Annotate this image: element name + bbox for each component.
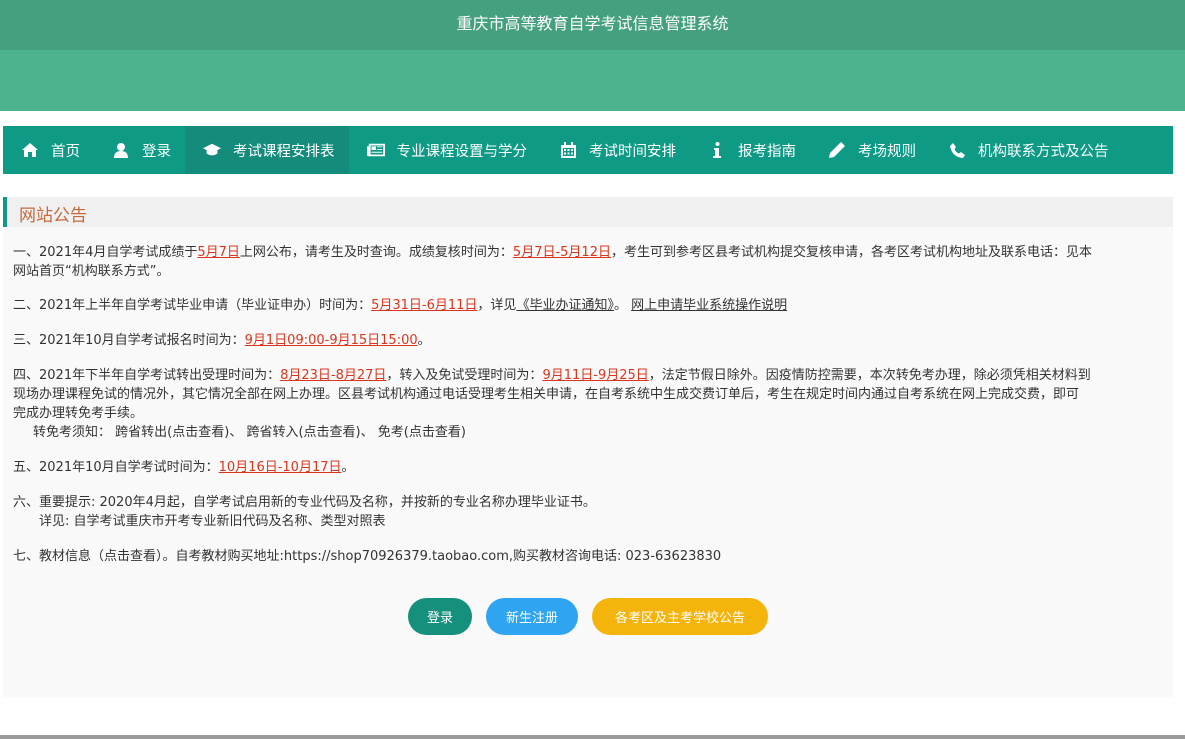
nav-item-guide[interactable]: 报考指南 [690,126,810,174]
notice-sub-label: 详见: [39,514,74,529]
newspaper-icon [366,141,385,159]
notice-5: 五、2021年10月自学考试时间为：10月16日-10月17日。 [13,458,1168,477]
notice-date-link[interactable]: 5月7日-5月12日 [513,245,611,260]
notice-text: 、 [360,425,374,440]
notice-text: 、 [229,425,243,440]
notice-6: 六、重要提示: 2020年4月起，自学考试启用新的专业代码及名称，并按新的专业名… [13,493,1168,531]
main-nav: 首页 登录 考试课程安排表 专业课程设置与学分 考试时间安排 报考指南 考场规则… [3,126,1173,174]
panel-title: 网站公告 [19,206,87,226]
notice-text: 完成办理转免考手续。 [13,406,144,421]
notice-1: 一、2021年4月自学考试成绩于5月7日上网公布，请考生及时查询。成绩复核时间为… [13,243,1168,281]
notice-text: 。 [613,298,632,313]
notice-text: 四、2021年下半年自学考试转出受理时间为： [13,368,281,383]
nav-item-label: 报考指南 [738,143,796,160]
notice-text: 二、2021年上半年自学考试毕业申请（毕业证申办）时间为： [13,298,372,313]
login-button[interactable]: 登录 [408,598,472,635]
nav-item-login[interactable]: 登录 [94,126,185,174]
notice-7: 七、教材信息（点击查看）。自考教材购买地址:https://shop709263… [13,547,1168,566]
transfer-in-link[interactable]: 跨省转入(点击查看) [246,425,360,440]
nav-item-home[interactable]: 首页 [3,126,94,174]
notice-date-link[interactable]: 8月23日-8月27日 [280,368,386,383]
transfer-out-link[interactable]: 跨省转出(点击查看) [115,425,229,440]
announcement-panel: 网站公告 一、2021年4月自学考试成绩于5月7日上网公布，请考生及时查询。成绩… [3,197,1173,697]
pencil-icon [828,141,846,159]
notice-date-link[interactable]: 5月31日-6月11日 [371,298,477,313]
nav-item-label: 考场规则 [858,143,916,160]
nav-item-label: 专业课程设置与学分 [396,143,528,160]
home-icon [21,141,39,159]
notice-text: ，详见 [477,298,517,313]
major-code-table-link[interactable]: 自学考试重庆市开考专业新旧代码及名称、类型对照表 [74,514,386,529]
exemption-link[interactable]: 免考(点击查看) [378,425,466,440]
phone-icon [948,141,966,159]
notice-text: 网站首页“机构联系方式”。 [13,264,170,279]
notice-text: 上网公布，请考生及时查询。成绩复核时间为： [239,245,513,260]
nav-item-exam-time[interactable]: 考试时间安排 [541,126,690,174]
nav-item-label: 机构联系方式及公告 [978,143,1109,160]
nav-item-contacts[interactable]: 机构联系方式及公告 [930,126,1123,174]
info-icon [708,141,726,159]
exam-area-notice-button[interactable]: 各考区及主考学校公告 [592,598,768,635]
graduation-notice-link[interactable]: 《毕业办证通知》 [516,298,614,313]
notice-text: 一、2021年4月自学考试成绩于 [13,245,198,260]
notice-text: 。 [417,333,431,348]
notice-text: 六、重要提示: 2020年4月起，自学考试启用新的专业代码及名称，并按新的专业名… [13,495,596,510]
graduation-system-guide-link[interactable]: 网上申请毕业系统操作说明 [631,298,787,313]
panel-header: 网站公告 [3,197,1173,227]
notice-text: ，法定节假日除外。因疫情防控需要，本次转免考办理，除必须凭相关材料到 [648,368,1091,383]
textbook-info-link[interactable]: 七、教材信息（点击查看） [13,549,163,564]
nav-item-label: 首页 [51,143,80,160]
notice-text: 。 [341,460,355,475]
nav-item-label: 考试时间安排 [589,143,676,160]
notice-text: 现场办理课程免试的情况外，其它情况全部在网上办理。区县考试机构通过电话受理考生相… [13,387,1080,402]
nav-item-label: 考试课程安排表 [233,143,335,160]
banner-bottom-band [0,50,1185,111]
notice-text: 三、2021年10月自学考试报名时间为： [13,333,245,348]
user-icon [112,141,130,159]
notice-text: ，转入及免试受理时间为： [386,368,543,383]
graduation-cap-icon [203,141,221,159]
register-button[interactable]: 新生注册 [486,598,578,635]
notice-date-link[interactable]: 9月11日-9月25日 [542,368,648,383]
page-bottom-divider [0,735,1185,739]
notice-sub-label: 转免考须知： [33,425,112,440]
calendar-icon [559,141,577,159]
notice-4: 四、2021年下半年自学考试转出受理时间为：8月23日-8月27日，转入及免试受… [13,366,1168,442]
nav-item-exam-rules[interactable]: 考场规则 [810,126,930,174]
notice-date-link[interactable]: 5月7日 [197,245,240,260]
notice-text: ，考生可到参考区县考试机构提交复核申请，各考区考试机构地址及联系电话：见本 [610,245,1092,260]
nav-item-exam-schedule[interactable]: 考试课程安排表 [185,126,349,174]
notice-date-link[interactable]: 9月1日09:00-9月15日15:00 [245,333,418,348]
notice-date-link[interactable]: 10月16日-10月17日 [219,460,342,475]
notice-text: 五、2021年10月自学考试时间为： [13,460,219,475]
nav-item-label: 登录 [142,143,171,160]
notice-2: 二、2021年上半年自学考试毕业申请（毕业证申办）时间为：5月31日-6月11日… [13,296,1168,315]
site-title: 重庆市高等教育自学考试信息管理系统 [456,14,729,33]
nav-item-major-courses[interactable]: 专业课程设置与学分 [349,126,542,174]
notice-3: 三、2021年10月自学考试报名时间为：9月1日09:00-9月15日15:00… [13,331,1168,350]
notice-text: 。自考教材购买地址:https://shop70926379.taobao.co… [162,549,722,564]
